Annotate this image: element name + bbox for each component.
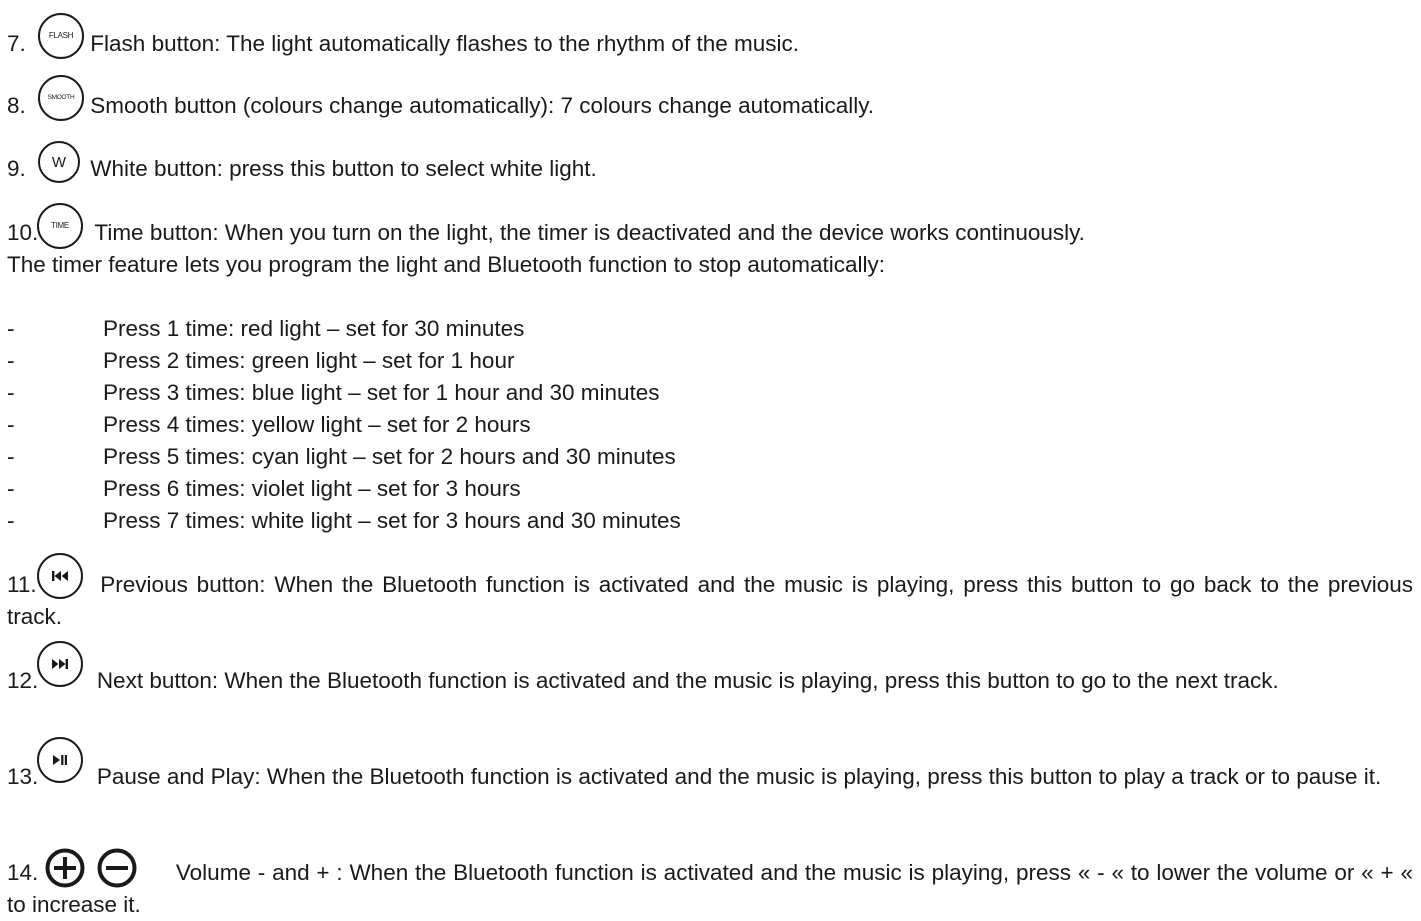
item-number: 13. <box>7 764 39 789</box>
next-icon <box>37 641 83 687</box>
timer-note: The timer feature lets you program the l… <box>7 252 885 277</box>
list-item-text: Press 1 time: red light – set for 30 min… <box>103 316 525 341</box>
list-item-text: Press 2 times: green light – set for 1 h… <box>103 348 515 373</box>
item-number: 8. <box>7 93 26 118</box>
bullet-dash: - <box>7 316 15 341</box>
item-text: Time button: When you turn on the light,… <box>94 220 1085 245</box>
list-item: - Press 3 times: blue light – set for 1 … <box>7 377 660 409</box>
item-number: 9. <box>7 156 26 181</box>
list-item-text: Press 5 times: cyan light – set for 2 ho… <box>103 444 676 469</box>
item-white: 9. White button: press this button to se… <box>7 153 1413 185</box>
item-time: 10. Time button: When you turn on the li… <box>7 217 1413 249</box>
plus-icon <box>45 848 85 888</box>
list-item: - Press 4 times: yellow light – set for … <box>7 409 531 441</box>
list-item-text: Press 4 times: yellow light – set for 2 … <box>103 412 531 437</box>
item-volume: 14. Volume - and + : When the Bluetooth … <box>7 857 1413 921</box>
item-text: Pause and Play: When the Bluetooth funct… <box>96 764 1382 789</box>
item-smooth: 8. Smooth button (colours change automat… <box>7 90 1413 122</box>
list-item-text: Press 7 times: white light – set for 3 h… <box>103 508 681 533</box>
item-text: Previous button: When the Bluetooth func… <box>7 572 1413 629</box>
item-text: Volume - and + : When the Bluetooth func… <box>7 860 1413 917</box>
play-pause-icon <box>37 737 83 783</box>
list-item: - Press 5 times: cyan light – set for 2 … <box>7 441 676 473</box>
list-item: - Press 1 time: red light – set for 30 m… <box>7 313 524 345</box>
item-number: 14. <box>7 860 39 885</box>
list-item: - Press 2 times: green light – set for 1… <box>7 345 514 377</box>
item-number: 10. <box>7 220 39 245</box>
bullet-dash: - <box>7 444 15 469</box>
smooth-button-icon: SMOOTH <box>38 75 84 121</box>
item-previous: 11. Previous button: When the Bluetooth … <box>7 569 1413 633</box>
item-text: Flash button: The light automatically fl… <box>90 31 799 56</box>
bullet-dash: - <box>7 380 15 405</box>
previous-icon <box>37 553 83 599</box>
list-item: - Press 7 times: white light – set for 3… <box>7 505 681 537</box>
item-number: 7. <box>7 31 26 56</box>
bullet-dash: - <box>7 476 15 501</box>
item-number: 11. <box>7 572 37 597</box>
list-item: - Press 6 times: violet light – set for … <box>7 473 521 505</box>
item-play-pause: 13. Pause and Play: When the Bluetooth f… <box>7 761 1413 793</box>
item-text: Next button: When the Bluetooth function… <box>96 668 1279 693</box>
item-text: Smooth button (colours change automatica… <box>90 93 875 118</box>
flash-button-icon: FLASH <box>38 13 84 59</box>
white-button-icon: W <box>38 141 80 183</box>
instruction-page: 7. Flash button: The light automatically… <box>0 0 1421 917</box>
item-text: White button: press this button to selec… <box>90 156 597 181</box>
bullet-dash: - <box>7 348 15 373</box>
list-item-text: Press 3 times: blue light – set for 1 ho… <box>103 380 660 405</box>
list-item-text: Press 6 times: violet light – set for 3 … <box>103 476 521 501</box>
item-next: 12. Next button: When the Bluetooth func… <box>7 665 1413 697</box>
time-button-icon: TIME <box>37 203 83 249</box>
bullet-dash: - <box>7 412 15 437</box>
item-flash: 7. Flash button: The light automatically… <box>7 28 1413 60</box>
item-number: 12. <box>7 668 39 693</box>
minus-icon <box>97 848 137 888</box>
bullet-dash: - <box>7 508 15 533</box>
